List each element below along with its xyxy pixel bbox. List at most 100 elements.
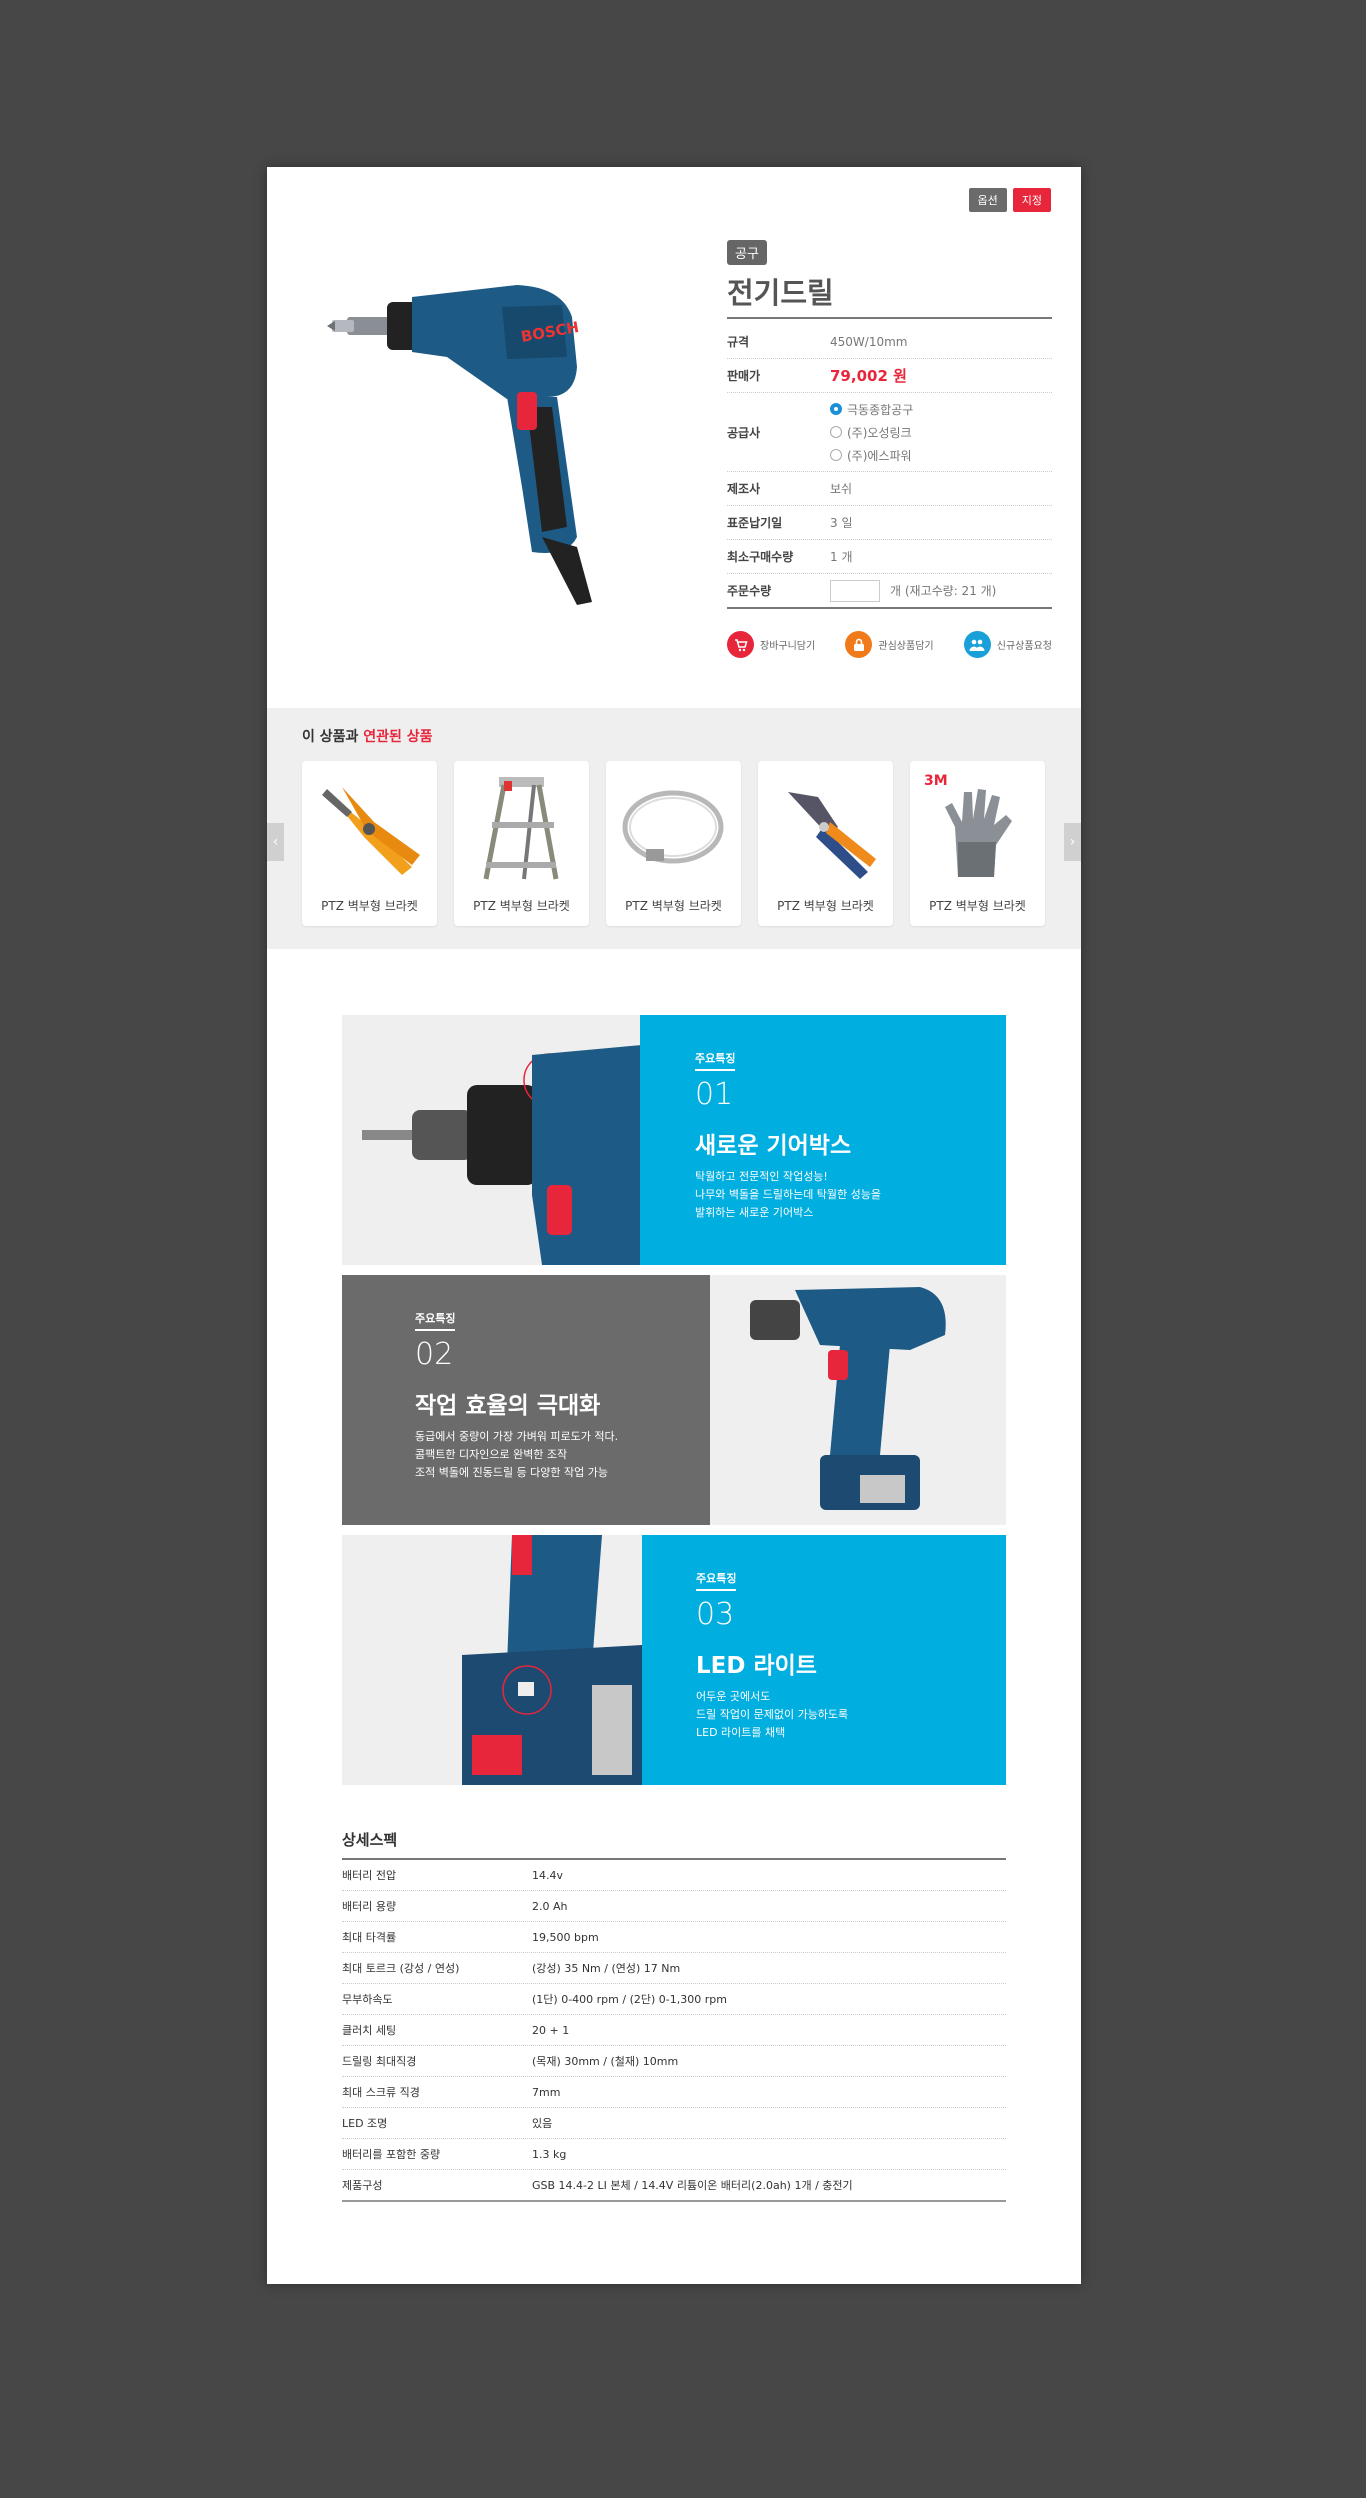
feature-desc-line: 탁월하고 전문적인 작업성능! bbox=[695, 1170, 828, 1183]
supplier-row: 공급사 극동종합공구 (주)오성링크 (주)에스파워 bbox=[727, 393, 1052, 472]
led-light-drill-image bbox=[342, 1535, 642, 1785]
carousel-prev-button[interactable]: ‹ bbox=[267, 823, 284, 861]
spec-value: 2.0 Ah bbox=[532, 1899, 568, 1913]
feature-title: 작업 효율의 극대화 bbox=[415, 1393, 601, 1419]
add-to-cart-button[interactable]: 장바구니담기 bbox=[727, 631, 815, 658]
add-to-wishlist-button[interactable]: 관심상품담기 bbox=[845, 631, 934, 658]
feature-block-1: 주요특징 01 새로운 기어박스 탁월하고 전문적인 작업성능! 나무와 벽돌을… bbox=[342, 1015, 1006, 1265]
feature-desc-line: 나무와 벽돌을 드릴하는데 탁월한 성능을 bbox=[695, 1188, 882, 1201]
maker-value: 보쉬 bbox=[830, 482, 853, 496]
spec-key: 드릴링 최대직경 bbox=[342, 2055, 417, 2068]
related-title: 이 상품과 연관된 상품 bbox=[302, 726, 433, 746]
feature-description: 동급에서 중량이 가장 가벼워 피로도가 적다. 콤팩트한 디자인으로 완벽한 … bbox=[415, 1428, 618, 1482]
supplier-radio-group: 극동종합공구 (주)오성링크 (주)에스파워 bbox=[830, 401, 913, 464]
supplier-name: 극동종합공구 bbox=[847, 402, 914, 417]
feature-desc-line: 어두운 곳에서도 bbox=[696, 1690, 771, 1703]
minqty-value: 1 개 bbox=[830, 550, 853, 564]
crimping-tool-image bbox=[788, 792, 876, 879]
supplier-option-2[interactable]: (주)오성링크 bbox=[830, 424, 913, 441]
feature-number: 03 bbox=[696, 1597, 735, 1632]
price-label: 판매가 bbox=[727, 369, 761, 383]
radio-icon[interactable] bbox=[830, 426, 842, 438]
spec-value: (강성) 35 Nm / (연성) 17 Nm bbox=[532, 1962, 681, 1975]
request-new-product-button[interactable]: 신규상품요청 bbox=[963, 631, 1052, 658]
table-row: 제품구성 GSB 14.4-2 LI 본체 / 14.4V 리튬이온 배터리(2.… bbox=[342, 2170, 1006, 2202]
product-title: 전기드릴 bbox=[727, 270, 1052, 319]
minqty-label: 최소구매수량 bbox=[727, 550, 794, 564]
chevron-right-icon: › bbox=[1069, 834, 1076, 850]
cart-label: 장바구니담기 bbox=[760, 641, 816, 652]
pliers-image bbox=[322, 787, 420, 875]
spec-title: 상세스펙 bbox=[342, 1829, 1006, 1860]
feature-description: 탁월하고 전문적인 작업성능! 나무와 벽돌을 드릴하는데 탁월한 성능을 발휘… bbox=[695, 1168, 881, 1222]
feature-desc-line: 동급에서 중량이 가장 가벼워 피로도가 적다. bbox=[415, 1430, 619, 1443]
cordless-drill-image bbox=[710, 1275, 1006, 1525]
spec-key: 클러치 세팅 bbox=[342, 2024, 397, 2037]
cart-icon bbox=[727, 631, 754, 658]
spec-label: 규격 bbox=[727, 335, 750, 349]
table-row: 배터리 용량 2.0 Ah bbox=[342, 1891, 1006, 1922]
feature-block-3: 주요특징 03 LED 라이트 어두운 곳에서도 드릴 작업이 문제없이 가능하… bbox=[342, 1535, 1006, 1785]
chevron-left-icon: ‹ bbox=[272, 834, 279, 850]
step-ladder-image bbox=[483, 777, 559, 880]
feature-label: 주요특징 bbox=[696, 1570, 737, 1591]
carousel-next-button[interactable]: › bbox=[1064, 823, 1081, 861]
radio-icon[interactable] bbox=[830, 449, 842, 461]
supplier-option-3[interactable]: (주)에스파워 bbox=[830, 447, 913, 464]
table-row: 드릴링 최대직경 (목재) 30mm / (철재) 10mm bbox=[342, 2046, 1006, 2077]
wish-label: 관심상품담기 bbox=[878, 641, 934, 652]
price-value: 79,002 원 bbox=[830, 367, 907, 385]
supplier-option-1[interactable]: 극동종합공구 bbox=[830, 401, 913, 418]
table-row: LED 조명 있음 bbox=[342, 2108, 1006, 2139]
related-item[interactable]: PTZ 벽부형 브라켓 bbox=[454, 761, 589, 926]
spec-value: 20 + 1 bbox=[532, 2023, 570, 2037]
spec-value: GSB 14.4-2 LI 본체 / 14.4V 리튬이온 배터리(2.0ah)… bbox=[532, 2179, 853, 2192]
related-item-name: PTZ 벽부형 브라켓 bbox=[625, 899, 722, 913]
spec-key: 배터리 용량 bbox=[342, 1900, 397, 1913]
feature-label: 주요특징 bbox=[415, 1310, 456, 1331]
orderqty-suffix: 개 (재고수량: 21 개) bbox=[890, 584, 997, 598]
order-quantity-input[interactable] bbox=[830, 579, 880, 602]
category-badge: 공구 bbox=[727, 240, 767, 265]
spec-key: 배터리 전압 bbox=[342, 1869, 397, 1882]
feature-panel-3: 주요특징 03 LED 라이트 어두운 곳에서도 드릴 작업이 문제없이 가능하… bbox=[642, 1535, 1006, 1785]
maker-label: 제조사 bbox=[727, 482, 761, 496]
related-item[interactable]: PTZ 벽부형 브라켓 bbox=[606, 761, 741, 926]
feature-desc-line: 콤팩트한 디자인으로 완벽한 조작 bbox=[415, 1448, 568, 1461]
orderqty-row: 주문수량 개 (재고수량: 21 개) bbox=[727, 574, 1052, 609]
feature-panel-2: 주요특징 02 작업 효율의 극대화 동급에서 중량이 가장 가벼워 피로도가 … bbox=[342, 1275, 710, 1525]
maker-row: 제조사 보쉬 bbox=[727, 472, 1052, 506]
drill-chuck-image bbox=[342, 1015, 642, 1265]
request-label: 신규상품요청 bbox=[996, 641, 1052, 652]
people-icon bbox=[963, 631, 991, 658]
feature-title: 새로운 기어박스 bbox=[695, 1133, 852, 1159]
feature-block-2: 주요특징 02 작업 효율의 극대화 동급에서 중량이 가장 가벼워 피로도가 … bbox=[342, 1275, 1006, 1525]
feature-desc-line: 발휘하는 새로운 기어박스 bbox=[695, 1206, 814, 1219]
related-item[interactable]: 3M PTZ 벽부형 브라켓 bbox=[910, 761, 1045, 926]
spec-value: 450W/10mm bbox=[830, 334, 908, 349]
feature-panel-1: 주요특징 01 새로운 기어박스 탁월하고 전문적인 작업성능! 나무와 벽돌을… bbox=[640, 1015, 1006, 1265]
detail-spec-table: 상세스펙 배터리 전압 14.4v 배터리 용량 2.0 Ah 최대 타격률 19,5… bbox=[342, 1829, 1006, 2202]
price-row: 판매가 79,002 원 bbox=[727, 359, 1052, 393]
drill-product-image: BOSCH bbox=[327, 285, 592, 605]
spec-value: 1.3 kg bbox=[532, 2147, 567, 2161]
related-item[interactable]: PTZ 벽부형 브라켓 bbox=[302, 761, 437, 926]
spec-key: 최대 타격률 bbox=[342, 1931, 397, 1944]
table-row: 최대 타격률 19,500 bpm bbox=[342, 1922, 1006, 1953]
spec-key: LED 조명 bbox=[342, 2117, 388, 2130]
orderqty-label: 주문수량 bbox=[727, 584, 772, 598]
related-title-highlight: 연관된 상품 bbox=[363, 729, 433, 745]
table-row: 배터리를 포함한 중량 1.3 kg bbox=[342, 2139, 1006, 2170]
work-glove-image: 3M bbox=[924, 773, 1012, 877]
spec-row: 규격 450W/10mm bbox=[727, 325, 1052, 359]
related-item-name: PTZ 벽부형 브라켓 bbox=[777, 899, 874, 913]
lock-bag-icon bbox=[845, 631, 873, 658]
table-row: 클러치 세팅 20 + 1 bbox=[342, 2015, 1006, 2046]
radio-icon[interactable] bbox=[830, 403, 842, 415]
related-item[interactable]: PTZ 벽부형 브라켓 bbox=[758, 761, 893, 926]
spec-value: 7mm bbox=[532, 2085, 561, 2099]
spec-value: (1단) 0-400 rpm / (2단) 0-1,300 rpm bbox=[532, 1993, 727, 2006]
option-badge[interactable]: 옵션 bbox=[968, 188, 1007, 212]
designated-badge[interactable]: 지정 bbox=[1012, 188, 1051, 212]
related-item-name: PTZ 벽부형 브라켓 bbox=[473, 899, 570, 913]
